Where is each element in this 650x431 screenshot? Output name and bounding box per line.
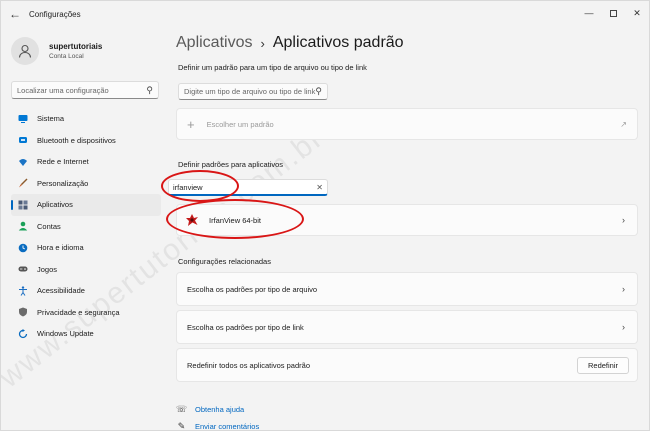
plus-icon: + xyxy=(187,116,195,132)
get-help-link[interactable]: ☏ Obtenha ajuda xyxy=(176,404,244,415)
sidebar-item-rede[interactable]: Rede e Internet xyxy=(11,151,161,173)
maximize-button[interactable] xyxy=(601,5,625,21)
minimize-icon: — xyxy=(584,8,594,18)
link-type-defaults-label: Escolha os padrões por tipo de link xyxy=(187,322,304,332)
wifi-icon xyxy=(18,157,28,167)
choose-default-label: Escolher um padrão xyxy=(206,119,274,129)
sidebar-item-windows-update[interactable]: Windows Update xyxy=(11,323,161,345)
file-type-defaults-card[interactable]: Escolha os padrões por tipo de arquivo › xyxy=(176,272,638,306)
sidebar-item-acessibilidade[interactable]: Acessibilidade xyxy=(11,280,161,302)
close-button[interactable]: ✕ xyxy=(625,5,649,21)
file-type-placeholder: Digite um tipo de arquivo ou tipo de lin… xyxy=(184,87,316,96)
sidebar-item-label: Jogos xyxy=(37,264,58,274)
feedback-label: Enviar comentários xyxy=(195,422,260,431)
minimize-button[interactable]: — xyxy=(577,5,601,21)
title-bar: ← Configurações — ✕ xyxy=(1,1,649,29)
globe-clock-icon xyxy=(18,243,28,253)
sidebar-item-label: Windows Update xyxy=(37,329,94,339)
sidebar-item-hora-idioma[interactable]: Hora e idioma xyxy=(11,237,161,259)
breadcrumb: Aplicativos › Aplicativos padrão xyxy=(176,34,404,52)
choose-default-card: + Escolher um padrão ↗ xyxy=(176,108,638,140)
apps-icon xyxy=(18,200,28,210)
sidebar-item-aplicativos[interactable]: Aplicativos xyxy=(11,194,161,216)
link-type-defaults-card[interactable]: Escolha os padrões por tipo de link › xyxy=(176,310,638,344)
user-name: supertutoriais xyxy=(49,42,103,51)
sidebar-item-label: Rede e Internet xyxy=(37,157,89,167)
feedback-icon: ✎ xyxy=(177,421,186,431)
clear-icon[interactable]: ✕ xyxy=(316,183,323,192)
related-section-label: Configurações relacionadas xyxy=(178,257,271,266)
sidebar-item-label: Personalização xyxy=(37,178,89,188)
sidebar-item-label: Contas xyxy=(37,221,61,231)
update-icon xyxy=(18,328,28,339)
app-search-input[interactable]: irfanview ✕ xyxy=(168,179,328,196)
reset-defaults-card: Redefinir todos os aplicativos padrão Re… xyxy=(176,348,638,382)
arrow-left-icon: ← xyxy=(9,7,21,21)
sidebar-item-label: Aplicativos xyxy=(37,200,73,210)
file-type-section-label: Definir um padrão para um tipo de arquiv… xyxy=(178,63,367,72)
sidebar-item-label: Privacidade e segurança xyxy=(37,307,120,317)
sidebar-item-label: Hora e idioma xyxy=(37,243,84,253)
person-icon xyxy=(18,44,32,58)
reset-defaults-label: Redefinir todos os aplicativos padrão xyxy=(187,360,310,370)
sidebar-item-label: Sistema xyxy=(37,114,65,124)
search-placeholder: Localizar uma configuração xyxy=(17,85,109,95)
sidebar-item-privacidade[interactable]: Privacidade e segurança xyxy=(11,302,161,324)
brush-icon xyxy=(18,178,28,188)
window-title: Configurações xyxy=(29,10,81,19)
bluetooth-icon xyxy=(18,135,28,145)
file-type-defaults-label: Escolha os padrões por tipo de arquivo xyxy=(187,284,318,294)
sidebar-item-label: Acessibilidade xyxy=(37,286,85,296)
sidebar-item-sistema[interactable]: Sistema xyxy=(11,108,161,130)
external-link-icon: ↗ xyxy=(620,119,627,129)
chevron-right-icon: › xyxy=(260,35,265,51)
accessibility-icon xyxy=(18,286,28,296)
gamepad-icon xyxy=(18,264,28,274)
chevron-right-icon: › xyxy=(622,284,625,294)
page-title: Aplicativos padrão xyxy=(272,34,404,51)
search-icon: ⚲ xyxy=(146,84,153,95)
file-type-input[interactable]: Digite um tipo de arquivo ou tipo de lin… xyxy=(178,83,328,100)
breadcrumb-parent[interactable]: Aplicativos xyxy=(176,34,252,52)
get-help-label: Obtenha ajuda xyxy=(195,405,245,414)
app-result-irfanview[interactable]: IrfanView 64-bit › xyxy=(176,204,638,236)
reset-button[interactable]: Redefinir xyxy=(577,357,629,374)
apps-section-label: Definir padrões para aplicativos xyxy=(178,160,284,169)
app-search-value: irfanview xyxy=(173,182,203,192)
sidebar-nav: Sistema Bluetooth e dispositivos Rede e … xyxy=(11,108,161,345)
shield-icon xyxy=(18,307,28,317)
close-icon: ✕ xyxy=(633,7,641,18)
maximize-icon xyxy=(609,9,617,17)
help-icon: ☏ xyxy=(175,404,188,414)
settings-search-input[interactable]: Localizar uma configuração ⚲ xyxy=(11,81,159,99)
person-icon xyxy=(18,221,28,231)
sidebar-item-personalizacao[interactable]: Personalização xyxy=(11,173,161,195)
settings-window: www.supertutoriais.com.br ← Configuraçõe… xyxy=(0,0,650,431)
feedback-link[interactable]: ✎ Enviar comentários xyxy=(176,421,260,431)
sidebar-item-contas[interactable]: Contas xyxy=(11,216,161,238)
monitor-icon xyxy=(18,114,28,124)
app-result-label: IrfanView 64-bit xyxy=(209,215,261,225)
irfanview-app-icon xyxy=(186,214,198,226)
user-profile[interactable]: supertutoriais Conta Local xyxy=(11,37,102,65)
sidebar-item-jogos[interactable]: Jogos xyxy=(11,259,161,281)
back-button[interactable]: ← xyxy=(7,6,23,22)
search-icon: ⚲ xyxy=(315,86,322,96)
account-type: Conta Local xyxy=(49,53,84,60)
sidebar-item-bluetooth[interactable]: Bluetooth e dispositivos xyxy=(11,130,161,152)
chevron-right-icon: › xyxy=(622,322,625,332)
avatar xyxy=(11,37,39,65)
sidebar-item-label: Bluetooth e dispositivos xyxy=(37,135,116,145)
chevron-right-icon: › xyxy=(622,215,625,225)
